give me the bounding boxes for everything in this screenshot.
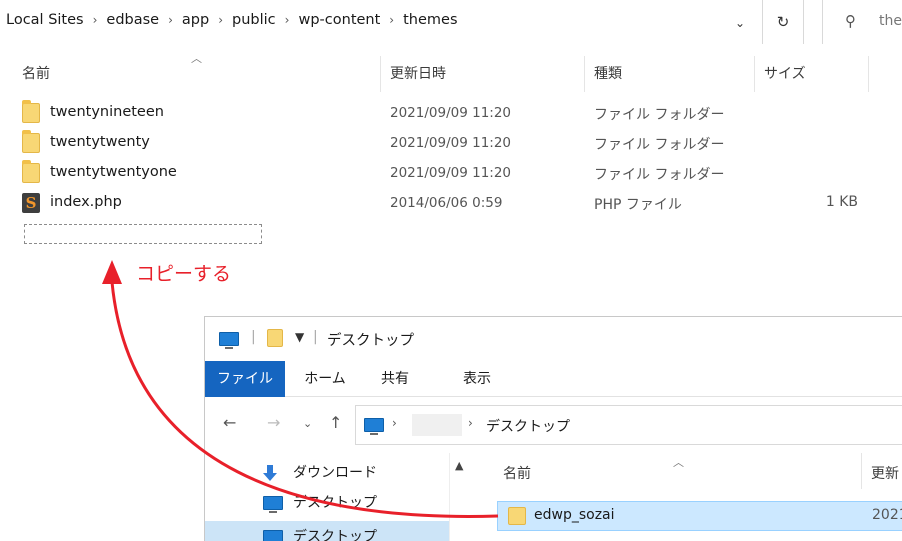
sublime-php-icon: S xyxy=(22,193,40,213)
breadcrumb-chevron-icon[interactable]: › xyxy=(468,416,473,430)
navigation-pane: ダウンロード デスクトップ デスクトップ xyxy=(205,453,449,541)
navigation-bar: ← → ⌄ ↑ › › デスクトップ xyxy=(205,405,902,445)
column-header-name[interactable]: 名前 xyxy=(503,463,531,483)
breadcrumb-chevron-icon[interactable]: › xyxy=(392,416,397,430)
file-type: ファイル フォルダー xyxy=(594,137,725,153)
recent-locations-chevron-icon[interactable]: ⌄ xyxy=(303,417,312,430)
file-type: PHP ファイル xyxy=(594,197,682,213)
column-header-modified[interactable]: 更新 xyxy=(871,463,899,483)
breadcrumb-item-app[interactable]: app xyxy=(182,12,209,28)
breadcrumb-chevron-icon[interactable]: › xyxy=(389,13,394,27)
desktop-explorer-window: | ▼ | デスクトップ ファイル ホーム 共有 表示 ← → ⌄ ↑ › › … xyxy=(204,316,902,541)
nav-item-label: ダウンロード xyxy=(293,465,377,481)
desktop-icon xyxy=(263,496,283,513)
ribbon-tabs: ファイル ホーム 共有 表示 xyxy=(205,361,902,397)
quick-access-dropdown-icon[interactable]: ▼ xyxy=(295,330,304,344)
tab-home[interactable]: ホーム xyxy=(297,361,353,397)
search-icon: ⚲ xyxy=(845,12,856,30)
folder-icon xyxy=(22,100,40,123)
address-input[interactable]: › › デスクトップ xyxy=(355,405,902,445)
column-divider[interactable] xyxy=(868,56,869,92)
sort-ascending-icon: ︿ xyxy=(191,52,202,65)
file-list: ︿ 名前 更新 edwp_sozai 2021 xyxy=(485,453,902,541)
nav-item-desktop-selected[interactable]: デスクトップ xyxy=(205,521,449,541)
refresh-icon[interactable]: ↻ xyxy=(762,0,804,44)
column-header-modified[interactable]: 更新日時 xyxy=(390,56,446,92)
tab-view[interactable]: 表示 xyxy=(457,361,497,397)
scroll-up-icon[interactable]: ▲ xyxy=(455,459,463,472)
file-row[interactable]: twentynineteen 2021/09/09 11:20 ファイル フォル… xyxy=(18,98,878,128)
folder-icon xyxy=(22,160,40,183)
nav-item-label: デスクトップ xyxy=(293,495,377,511)
nav-item-desktop[interactable]: デスクトップ xyxy=(205,487,449,517)
file-name: edwp_sozai xyxy=(534,507,615,523)
forward-arrow-icon[interactable]: → xyxy=(267,413,280,432)
window-title: デスクトップ xyxy=(327,333,414,349)
title-separator: | xyxy=(251,329,256,345)
breadcrumb-chevron-icon[interactable]: › xyxy=(218,13,223,27)
search-placeholder: the xyxy=(879,13,902,29)
breadcrumb-item-wp-content[interactable]: wp-content xyxy=(298,12,380,28)
nav-item-label: デスクトップ xyxy=(293,529,377,541)
file-row[interactable]: twentytwentyone 2021/09/09 11:20 ファイル フォ… xyxy=(18,158,878,188)
desktop-icon xyxy=(263,530,283,541)
navigation-scrollbar[interactable]: ▲ xyxy=(449,453,473,541)
folder-icon xyxy=(22,130,40,153)
file-size: 1 KB xyxy=(825,194,858,210)
address-bar[interactable]: Local Sites › edbase › app › public › wp… xyxy=(0,0,902,44)
folder-icon xyxy=(508,507,526,525)
breadcrumb-item-local-sites[interactable]: Local Sites xyxy=(6,12,84,28)
column-divider[interactable] xyxy=(584,56,585,92)
column-header-name[interactable]: 名前 xyxy=(22,56,50,92)
breadcrumb-chevron-icon[interactable]: › xyxy=(93,13,98,27)
desktop-icon xyxy=(364,418,384,435)
back-arrow-icon[interactable]: ← xyxy=(223,413,236,432)
download-icon xyxy=(263,465,277,481)
file-row[interactable]: S index.php 2014/06/06 0:59 PHP ファイル 1 K… xyxy=(18,188,878,218)
sort-ascending-icon: ︿ xyxy=(673,456,684,469)
file-modified: 2014/06/06 0:59 xyxy=(390,195,503,211)
breadcrumb-item-themes[interactable]: themes xyxy=(403,12,457,28)
breadcrumb-chevron-icon[interactable]: › xyxy=(168,13,173,27)
file-row-selected[interactable]: edwp_sozai 2021 xyxy=(497,501,902,531)
title-separator: | xyxy=(313,329,318,345)
breadcrumb-item-desktop[interactable]: デスクトップ xyxy=(486,416,570,436)
file-type: ファイル フォルダー xyxy=(594,167,725,183)
file-name: twentynineteen xyxy=(50,104,164,120)
column-header-size[interactable]: サイズ xyxy=(764,56,806,92)
breadcrumb-item-public[interactable]: public xyxy=(232,12,276,28)
up-arrow-icon[interactable]: ↑ xyxy=(329,413,342,432)
folder-icon[interactable] xyxy=(267,329,283,347)
copy-target-placeholder xyxy=(24,224,262,244)
breadcrumb: Local Sites › edbase › app › public › wp… xyxy=(6,12,458,28)
column-divider[interactable] xyxy=(754,56,755,92)
desktop-icon xyxy=(219,332,239,349)
file-type: ファイル フォルダー xyxy=(594,107,725,123)
title-bar: | ▼ | デスクトップ xyxy=(205,317,902,361)
search-input[interactable]: ⚲ the xyxy=(822,0,902,44)
file-row[interactable]: twentytwenty 2021/09/09 11:20 ファイル フォルダー xyxy=(18,128,878,158)
file-name: twentytwentyone xyxy=(50,164,177,180)
column-header-type[interactable]: 種類 xyxy=(594,56,622,92)
column-divider[interactable] xyxy=(861,453,862,489)
address-history-chevron-down-icon[interactable]: ⌄ xyxy=(728,12,752,34)
nav-item-downloads[interactable]: ダウンロード xyxy=(205,457,449,487)
file-modified: 2021/09/09 11:20 xyxy=(390,165,512,181)
column-divider[interactable] xyxy=(380,56,381,92)
file-name: index.php xyxy=(50,194,122,210)
tab-share[interactable]: 共有 xyxy=(375,361,415,397)
file-modified: 2021/09/09 11:20 xyxy=(390,105,512,121)
file-name: twentytwenty xyxy=(50,134,150,150)
breadcrumb-chevron-icon[interactable]: › xyxy=(285,13,290,27)
file-modified: 2021/09/09 11:20 xyxy=(390,135,512,151)
breadcrumb-item-edbase[interactable]: edbase xyxy=(106,12,159,28)
file-modified: 2021 xyxy=(872,507,902,523)
redacted-breadcrumb[interactable] xyxy=(412,414,462,436)
copy-arrow-head xyxy=(102,260,122,284)
tab-file[interactable]: ファイル xyxy=(205,361,285,397)
copy-annotation-label: コピーする xyxy=(136,263,232,285)
